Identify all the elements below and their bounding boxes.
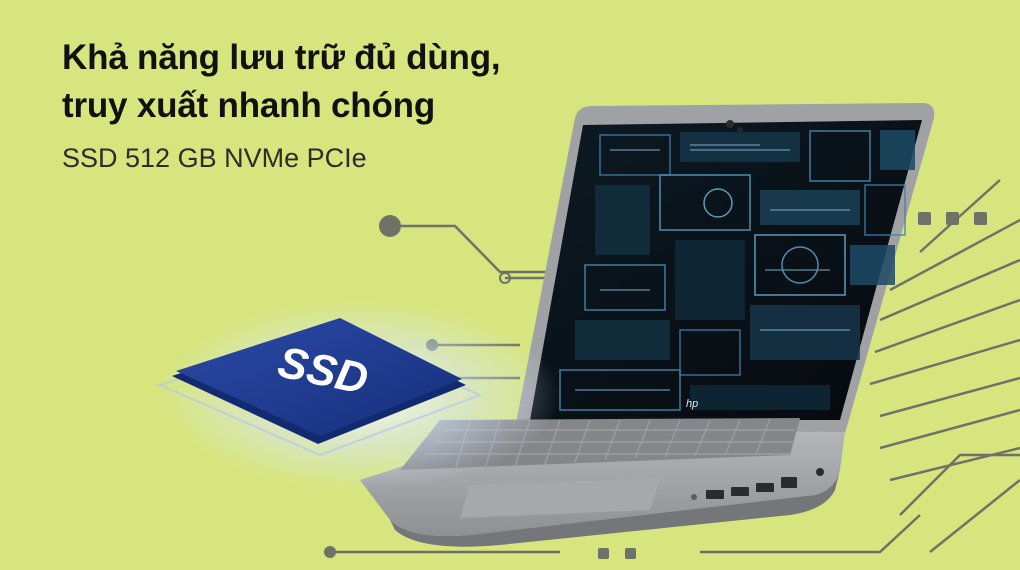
hp-logo: hp bbox=[686, 398, 698, 410]
product-illustration: hp SSD bbox=[157, 103, 1020, 559]
ssd-chip: SSD bbox=[157, 300, 560, 490]
webcam-icon bbox=[726, 120, 734, 128]
